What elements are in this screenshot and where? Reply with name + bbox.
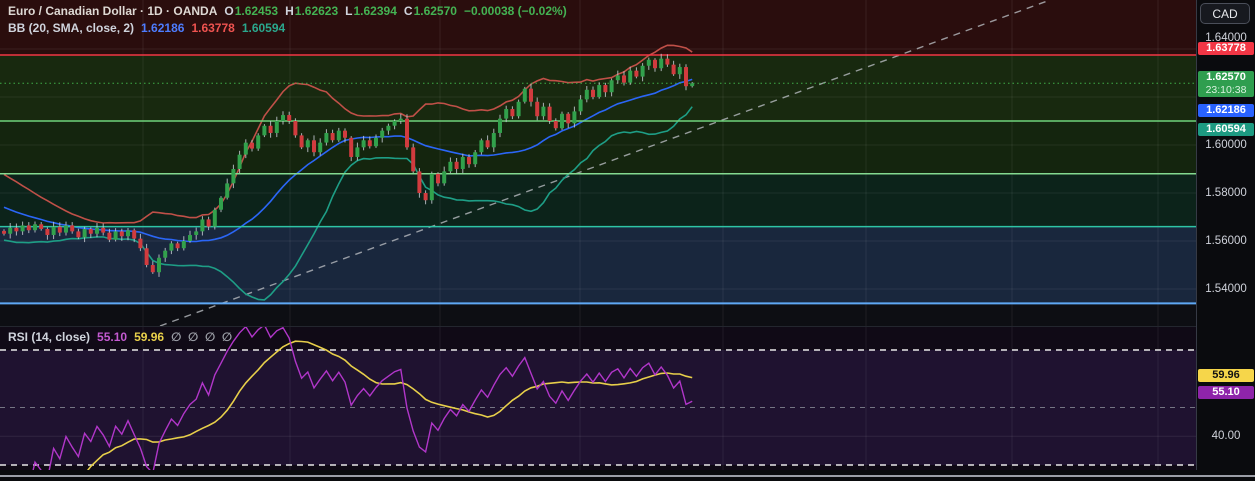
change-value: −0.00038 (−0.02%): [463, 4, 567, 18]
rsi-ma-value: 59.96: [134, 330, 165, 344]
price-tick-1-56000: 1.56000: [1205, 235, 1247, 247]
close-value: 1.62570: [413, 4, 457, 18]
price-tick-1-54000: 1.54000: [1205, 283, 1247, 295]
high-value: 1.62623: [294, 4, 339, 18]
time-axis-separator[interactable]: [0, 470, 1255, 481]
rsi-value: 55.10: [97, 330, 128, 344]
close-label: C: [403, 4, 413, 18]
price-tick-1-60000: 1.60000: [1205, 139, 1247, 151]
open-label: O: [224, 4, 234, 18]
rsi-tick-40: 40.00: [1211, 430, 1241, 442]
open-value: 1.62453: [234, 4, 279, 18]
bb-upper-price-label: 1.63778: [1198, 42, 1254, 55]
rsi-indicator-title[interactable]: RSI (14, close): [8, 330, 90, 344]
currency-toggle-button[interactable]: CAD: [1200, 3, 1250, 24]
bb-lower-price-label: 1.60594: [1198, 123, 1254, 136]
price-axis[interactable]: CAD 1.64000 1.60000 1.58000 1.56000 1.54…: [1196, 0, 1255, 481]
last-price-value: 1.62570: [1206, 71, 1246, 83]
symbol-title[interactable]: Euro / Canadian Dollar · 1D · OANDA: [8, 4, 217, 18]
rsi-hidden-values: ∅ ∅ ∅ ∅: [171, 330, 233, 344]
bb-upper-value: 1.63778: [191, 21, 235, 35]
rsi-pane-canvas[interactable]: [0, 326, 1196, 470]
price-tick-1-58000: 1.58000: [1205, 187, 1247, 199]
symbol-legend-row[interactable]: Euro / Canadian Dollar · 1D · OANDA O 1.6…: [8, 4, 567, 18]
trading-chart-window: Euro / Canadian Dollar · 1D · OANDA O 1.6…: [0, 0, 1255, 481]
low-label: L: [345, 4, 353, 18]
pane-divider[interactable]: [0, 326, 1196, 327]
rsi-value-axis-label: 55.10: [1198, 386, 1254, 399]
bb-basis-value: 1.62186: [141, 21, 185, 35]
bb-indicator-title[interactable]: BB (20, SMA, close, 2): [8, 21, 134, 35]
bb-legend-row[interactable]: BB (20, SMA, close, 2) 1.62186 1.63778 1…: [8, 21, 285, 35]
high-label: H: [285, 4, 294, 18]
rsi-ma-axis-label: 59.96: [1198, 369, 1254, 382]
low-value: 1.62394: [353, 4, 397, 18]
bar-countdown-timer: 23:10:38: [1205, 84, 1247, 96]
last-price-label: 1.62570 23:10:38: [1198, 71, 1254, 97]
bb-basis-price-label: 1.62186: [1198, 104, 1254, 117]
rsi-legend-row[interactable]: RSI (14, close) 55.10 59.96 ∅ ∅ ∅ ∅: [8, 330, 232, 344]
rsi-band-fill: [0, 350, 1196, 465]
separator-highlight-line: [0, 475, 1255, 477]
price-chart-canvas[interactable]: [0, 0, 1196, 326]
bb-lower-value: 1.60594: [241, 21, 286, 35]
